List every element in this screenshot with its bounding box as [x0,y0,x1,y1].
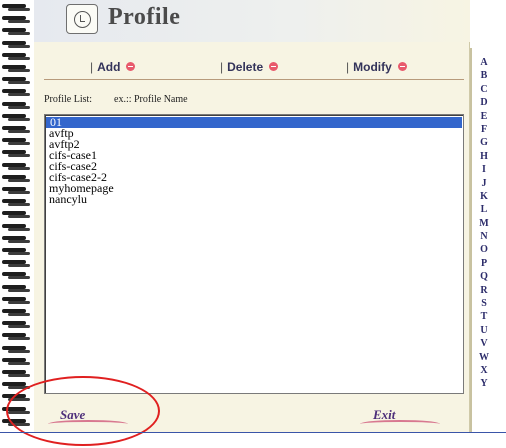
spiral-coil [2,309,32,318]
spiral-coil [2,40,32,50]
profile-list: 01 avftp avftp2 cifs-case1 cifs-case2 cifs-ca… [45,115,463,205]
index-tab-r[interactable]: R [472,284,496,297]
index-tab-w[interactable]: W [472,351,496,364]
spiral-coil [2,52,32,62]
minus-circle-icon [269,62,279,72]
index-tab-u[interactable]: U [472,324,496,337]
index-tab-p[interactable]: P [472,257,496,270]
add-button[interactable]: | Add [90,60,136,74]
profile-toolbar: | Add | Delete | Modify [44,58,464,80]
profile-list-item[interactable]: myhomepage [45,182,463,194]
spiral-coil [2,16,32,25]
bottom-divider [0,432,506,433]
profile-list-label: Profile List: [44,94,93,105]
index-tab-y[interactable]: Y [472,377,496,390]
spiral-coil [2,187,32,196]
index-tab-c[interactable]: C [472,83,496,96]
delete-button-label: Delete [227,60,264,74]
index-tab-d[interactable]: D [472,96,496,109]
spiral-coil [2,235,32,245]
spiral-coil [2,126,32,135]
index-tab-s[interactable]: S [472,297,496,310]
index-tab-i[interactable]: I [472,163,496,176]
profile-list-item[interactable]: cifs-case1 [45,149,463,161]
modify-button[interactable]: | Modify [346,60,407,74]
spiral-coil [2,28,32,37]
exit-button-underline [360,420,440,428]
index-tab-n[interactable]: N [472,230,496,243]
modify-button-label: Modify [353,60,392,74]
spiral-coil [2,162,32,172]
minus-circle-icon [397,62,407,72]
index-tab-o[interactable]: O [472,243,496,256]
spiral-coil [2,65,32,74]
index-tab-f[interactable]: F [472,123,496,136]
spiral-coil [2,199,32,208]
index-tab-h[interactable]: H [472,150,496,163]
spiral-coil [2,211,32,220]
index-tab-m[interactable]: M [472,217,496,230]
profile-name-hint: ex.:: Profile Name [114,94,188,105]
spiral-coil [2,138,32,147]
profile-list-item[interactable]: avftp [45,127,463,139]
profile-listbox[interactable]: 01 avftp avftp2 cifs-case1 cifs-case2 cifs-ca… [44,114,464,394]
spiral-coil [2,370,32,379]
spiral-coil [2,150,32,159]
index-tab-v[interactable]: V [472,337,496,350]
profile-list-item[interactable]: avftp2 [45,138,463,150]
profile-list-item[interactable]: nancylu [45,193,463,205]
add-button-label: Add [97,60,121,74]
header-bar: Profile [34,0,470,42]
spiral-coil [2,284,32,294]
spiral-coil [2,321,32,330]
spiral-coil [2,101,32,111]
spiral-coil [2,345,32,355]
spiral-coil [2,4,32,13]
spiral-coil [2,260,32,269]
index-tab-g[interactable]: G [472,136,496,149]
spiral-coil [2,296,32,306]
profile-list-item[interactable]: 01 [46,116,462,128]
spiral-coil [2,223,32,233]
annotation-circle [6,376,160,446]
profile-icon [66,4,98,34]
index-tab-j[interactable]: J [472,177,496,190]
minus-circle-icon [126,62,136,72]
index-tab-t[interactable]: T [472,310,496,323]
spiral-coil [2,248,32,257]
index-tab-a[interactable]: A [472,56,496,69]
index-tab-k[interactable]: K [472,190,496,203]
index-tab-q[interactable]: Q [472,270,496,283]
spiral-coil [2,357,32,367]
page-title: Profile [108,4,181,30]
spiral-coil [2,333,32,342]
index-tab-l[interactable]: L [472,203,496,216]
notebook-page: Profile | Add | Delete | Modify Profile Lis… [34,0,470,432]
spiral-coil [2,77,32,86]
spiral-coil [2,174,32,184]
profile-list-item[interactable]: cifs-case2 [45,160,463,172]
index-tab-e[interactable]: E [472,110,496,123]
spiral-coil [2,89,32,98]
delete-button[interactable]: | Delete [220,60,279,74]
index-tab-b[interactable]: B [472,69,496,82]
alphabet-index: ABCDEFGHIJKLMNOPQRSTUVWXY [472,56,496,391]
spiral-binding [0,0,34,432]
spiral-coil [2,113,32,123]
spiral-coil [2,272,32,281]
index-tab-x[interactable]: X [472,364,496,377]
